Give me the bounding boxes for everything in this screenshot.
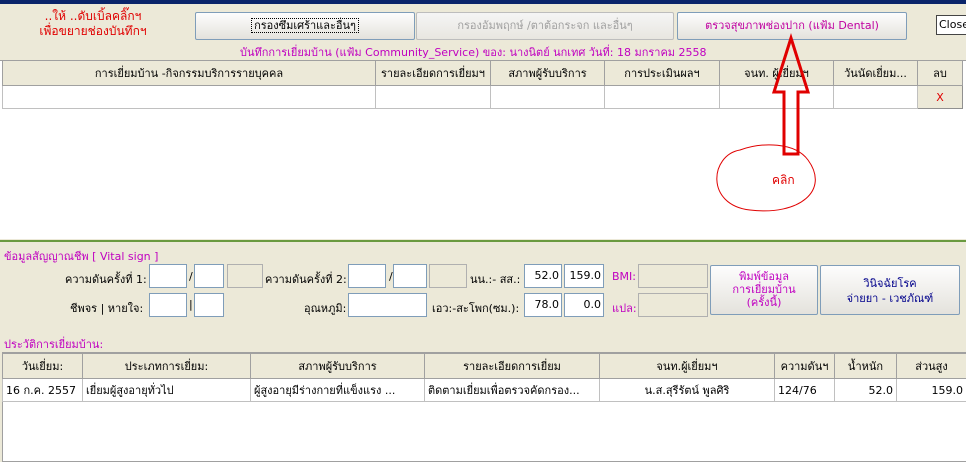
interpret-label: แปล: xyxy=(612,299,637,317)
cell-condition[interactable]: ผู้สูงอายุมีร่างกายที่แข็งแรง ... xyxy=(251,379,425,402)
bp2-extra-field xyxy=(429,264,467,288)
bp1-label: ความดันครั้งที่ 1: xyxy=(65,270,147,288)
bmi-label: BMI: xyxy=(612,270,636,283)
col-delete[interactable]: ลบ xyxy=(918,61,963,86)
col-patient-condition[interactable]: สภาพผู้รับบริการ xyxy=(251,354,425,379)
temperature-input[interactable] xyxy=(348,293,427,317)
cell-detail[interactable]: ติดตามเยี่ยมเพื่อตรวจคัดกรอง... xyxy=(425,379,600,402)
col-appointment[interactable]: วันนัดเยี่ยม... xyxy=(834,61,918,86)
pulse-separator: | xyxy=(189,298,193,311)
cell-weight[interactable]: 52.0 xyxy=(835,379,897,402)
col-visit-type[interactable]: ประเภทการเยี่ยม: xyxy=(83,354,251,379)
history-table: วันเยี่ยม: ประเภทการเยี่ยม: สภาพผู้รับบร… xyxy=(2,353,966,402)
col-condition[interactable]: สภาพผู้รับบริการ xyxy=(491,61,605,86)
close-button[interactable]: Close xyxy=(936,15,966,35)
bp2-label: ความดันครั้งที่ 2: xyxy=(265,270,347,288)
vital-sign-title: ข้อมูลสัญญาณชีพ [ Vital sign ] xyxy=(4,247,158,265)
bp2-systolic-input[interactable] xyxy=(348,264,386,288)
section-divider xyxy=(0,240,966,242)
pulse-resp-label: ชีพจร | หายใจ: xyxy=(70,299,143,317)
cell-visit-detail[interactable] xyxy=(376,86,491,109)
bp1-extra-field xyxy=(227,264,263,288)
col-visit-detail[interactable]: รายละเอียดการเยี่ยม xyxy=(425,354,600,379)
waist-input[interactable]: 78.0 xyxy=(524,293,562,317)
print-visit-button[interactable]: พิมพ์ข้อมูล การเยี่ยมบ้าน (ครั้งนี้) xyxy=(710,265,818,315)
cell-type[interactable]: เยี่ยมผู้สูงอายุทั่วไป xyxy=(83,379,251,402)
bmi-field xyxy=(638,264,708,288)
record-header: บันทึกการเยี่ยมบ้าน (แฟ้ม Community_Serv… xyxy=(240,43,707,61)
bp1-diastolic-input[interactable] xyxy=(194,264,224,288)
waist-hip-label: เอว:-สะโพก(ซม.): xyxy=(432,299,519,317)
title-bar-strip xyxy=(0,0,966,4)
cell-activity[interactable] xyxy=(3,86,376,109)
bp1-systolic-input[interactable] xyxy=(149,264,187,288)
cell-staff[interactable]: น.ส.สุรีรัตน์ พูลศิริ xyxy=(600,379,775,402)
temperature-label: อุณหภูมิ: xyxy=(304,299,346,317)
cell-height[interactable]: 159.0 xyxy=(897,379,966,402)
interpret-field xyxy=(638,293,708,317)
weight-input[interactable]: 52.0 xyxy=(524,264,562,288)
height-input[interactable]: 159.0 xyxy=(564,264,604,288)
diagnosis-dispense-button[interactable]: วินิจฉัยโรค จ่ายยา - เวชภัณฑ์ xyxy=(820,265,960,315)
cell-appointment[interactable] xyxy=(834,86,918,109)
table-row[interactable]: 16 ก.ค. 2557 เยี่ยมผู้สูงอายุทั่วไป ผู้ส… xyxy=(3,379,966,402)
cell-bp[interactable]: 124/76 xyxy=(775,379,835,402)
double-click-hint: ..ให้ ..ดับเบิ้ลคลิ๊กฯ เพื่อขยายช่องบันท… xyxy=(18,9,168,39)
history-table-header: วันเยี่ยม: ประเภทการเยี่ยม: สภาพผู้รับบร… xyxy=(3,354,966,379)
col-blood-pressure[interactable]: ความดันฯ xyxy=(775,354,835,379)
annotation-arrow-icon xyxy=(700,30,840,215)
cell-condition[interactable] xyxy=(491,86,605,109)
col-height[interactable]: ส่วนสูง xyxy=(897,354,966,379)
history-title: ประวัติการเยี่ยมบ้าน: xyxy=(4,335,103,353)
pulse-input[interactable] xyxy=(149,293,187,317)
weight-height-label: นน.:- สส.: xyxy=(470,270,520,288)
bp1-slash: / xyxy=(189,270,193,283)
respiration-input[interactable] xyxy=(194,293,224,317)
col-visit-date[interactable]: วันเยี่ยม: xyxy=(3,354,83,379)
col-visit-detail[interactable]: รายละเอียดการเยี่ยมฯ xyxy=(376,61,491,86)
filter-depression-button[interactable]: กรองซึมเศร้าและอื่นๆ xyxy=(195,12,415,40)
filter-paralysis-button[interactable]: กรองอัมพฤกษ์ /ตาต้อกระจก และอื่นๆ xyxy=(416,12,674,40)
delete-row-button[interactable]: X xyxy=(918,86,963,109)
hip-input[interactable]: 0.0 xyxy=(564,293,604,317)
col-visiting-staff[interactable]: จนท.ผู้เยี่ยมฯ xyxy=(600,354,775,379)
click-annotation-label: คลิก xyxy=(772,171,795,190)
cell-date[interactable]: 16 ก.ค. 2557 xyxy=(3,379,83,402)
col-activity[interactable]: การเยี่ยมบ้าน -กิจกรรมบริการรายบุคคล xyxy=(3,61,376,86)
bp2-diastolic-input[interactable] xyxy=(393,264,427,288)
col-weight[interactable]: น้ำหนัก xyxy=(835,354,897,379)
